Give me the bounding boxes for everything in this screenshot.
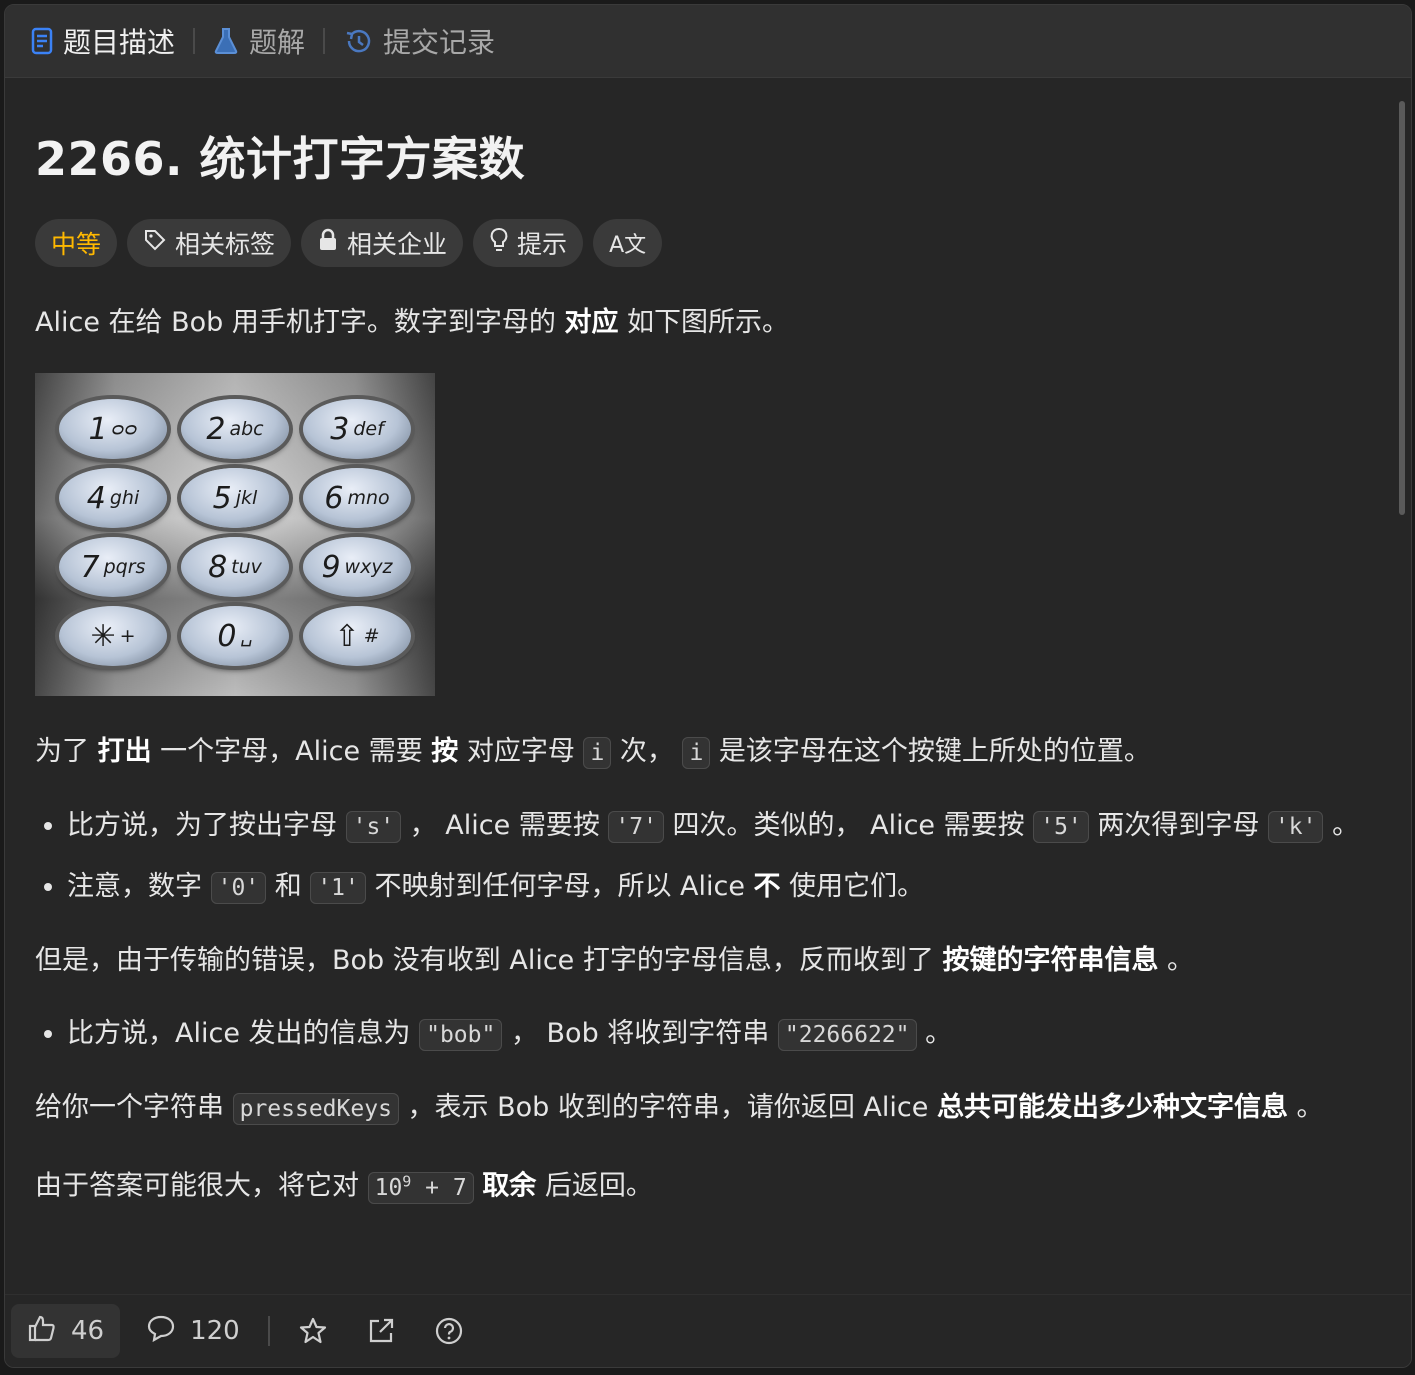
- description-paragraph: 为了 打出 一个字母，Alice 需要 按 对应字母 i 次， i 是该字母在这…: [35, 736, 1151, 769]
- inline-code: i: [583, 737, 612, 769]
- key-digit: 7: [80, 549, 100, 585]
- key-letters: pqrs: [103, 556, 146, 578]
- key-letters: jkl: [235, 487, 258, 509]
- keypad-key: ⇧ #: [303, 606, 411, 666]
- key-letters: mno: [347, 487, 390, 509]
- key-digit: 1: [88, 411, 108, 447]
- translate-button[interactable]: A文: [593, 219, 663, 267]
- help-icon[interactable]: [434, 1316, 464, 1346]
- keypad-image: 1 ᴑᴑ 2 abc 3 def 4 ghi 5 jkl 6 mno 7 pqrs 8 tuv 9 wxyz ✳ +0…: [35, 373, 435, 696]
- key-digit: 2: [206, 411, 226, 447]
- tab-label: 题目描述: [63, 26, 176, 59]
- keypad-key: 1 ᴑᴑ: [59, 399, 167, 459]
- tab-submissions[interactable]: 提交记录: [343, 21, 495, 61]
- keypad-key: 3 def: [303, 399, 411, 459]
- tab-label: 题解: [249, 26, 306, 59]
- key-letters: tuv: [231, 556, 262, 578]
- keypad-key: 8 tuv: [181, 537, 289, 597]
- tab-description[interactable]: 题目描述: [31, 21, 175, 61]
- related-tags-button[interactable]: 相关标签: [127, 219, 292, 267]
- problem-panel: 题目描述 题解 提交记录 2266. 统计打字方案数 中等 相关标签 相关企业 …: [4, 4, 1412, 1368]
- description-paragraph: 但是，由于传输的错误，Bob 没有收到 Alice 打字的字母信息，反而收到了 …: [35, 945, 1195, 976]
- like-count: 46: [71, 1316, 105, 1346]
- key-digit: 3: [330, 411, 350, 447]
- key-digit: 0: [217, 618, 237, 654]
- keypad-key: 0 ␣: [181, 606, 289, 666]
- thumbs-up-icon: [27, 1313, 57, 1350]
- key-letters: ᴑᴑ: [111, 418, 138, 440]
- divider: [267, 1316, 270, 1346]
- difficulty-badge: 中等: [35, 219, 118, 267]
- tag-label: 相关标签: [175, 230, 276, 259]
- flask-icon: [213, 27, 239, 55]
- related-companies-button[interactable]: 相关企业: [301, 219, 464, 267]
- keypad-key: 9 wxyz: [303, 537, 411, 597]
- keypad-key: 7 pqrs: [59, 537, 167, 597]
- keypad-key: ✳ +: [59, 606, 167, 666]
- action-bar: 46 120: [5, 1294, 1411, 1367]
- key-digit: ⇧: [334, 618, 360, 654]
- key-digit: 5: [212, 480, 232, 516]
- tab-divider: [193, 28, 196, 54]
- keypad-key: 6 mno: [303, 468, 411, 528]
- translate-icon: A文: [609, 233, 647, 258]
- scrollbar[interactable]: [1399, 101, 1405, 515]
- problem-content: 2266. 统计打字方案数 中等 相关标签 相关企业 提示 A文 Alice 在…: [35, 105, 1365, 1238]
- lightbulb-icon: [489, 227, 509, 259]
- comment-icon: [146, 1314, 176, 1349]
- key-digit: 6: [324, 480, 344, 516]
- inline-code: 109 + 7: [367, 1171, 474, 1204]
- key-letters: ␣: [240, 625, 253, 647]
- lock-icon: [317, 228, 339, 258]
- key-digit: 8: [208, 549, 228, 585]
- inline-code: i: [682, 737, 711, 769]
- hint-button[interactable]: 提示: [473, 219, 584, 267]
- description-icon: [31, 27, 53, 55]
- comment-button[interactable]: 120: [146, 1314, 240, 1349]
- key-letters: ghi: [109, 487, 140, 509]
- tab-label: 提交记录: [383, 26, 496, 59]
- tag-label: 相关企业: [347, 230, 448, 259]
- keypad-key: 5 jkl: [181, 468, 289, 528]
- tag-icon: [143, 228, 167, 258]
- key-digit: 9: [321, 549, 341, 585]
- key-letters: def: [353, 418, 384, 440]
- like-button[interactable]: 46: [11, 1304, 121, 1358]
- tab-divider: [323, 28, 326, 54]
- tab-bar: 题目描述 题解 提交记录: [5, 5, 1411, 78]
- key-letters: +: [119, 625, 136, 647]
- description-paragraph: 给你一个字符串 pressedKeys ，表示 Bob 收到的字符串，请你返回 …: [35, 1092, 1324, 1125]
- keypad-key: 2 abc: [181, 399, 289, 459]
- tab-solutions[interactable]: 题解: [213, 21, 305, 61]
- tag-label: 提示: [517, 230, 568, 259]
- tag-row: 中等 相关标签 相关企业 提示 A文: [35, 219, 1365, 267]
- bullet-list: 比方说，为了按出字母 's' ， Alice 需要按 '7' 四次。类似的， A…: [35, 803, 1365, 911]
- key-digit: 4: [86, 480, 106, 516]
- share-icon[interactable]: [366, 1316, 396, 1346]
- history-icon: [343, 27, 373, 55]
- star-icon[interactable]: [298, 1316, 328, 1346]
- key-letters: wxyz: [344, 556, 393, 578]
- list-item: 比方说，为了按出字母 's' ， Alice 需要按 '7' 四次。类似的， A…: [67, 803, 1365, 850]
- list-item: 注意，数字 '0' 和 '1' 不映射到任何字母，所以 Alice 不 使用它们…: [67, 864, 1365, 911]
- keypad-key: 4 ghi: [59, 468, 167, 528]
- key-digit: ✳: [90, 618, 116, 654]
- description-paragraph: Alice 在给 Bob 用手机打字。数字到字母的 对应 如下图所示。: [35, 307, 790, 338]
- comment-count: 120: [190, 1316, 240, 1346]
- keypad-grid: 1 ᴑᴑ 2 abc 3 def 4 ghi 5 jkl 6 mno 7 pqrs 8 tuv 9 wxyz ✳ +0…: [59, 399, 411, 666]
- list-item: 比方说，Alice 发出的信息为 "bob" ， Bob 将收到字符串 "226…: [67, 1011, 1365, 1058]
- description-paragraph: 由于答案可能很大，将它对 109 + 7 取余 后返回。: [35, 1170, 653, 1204]
- key-letters: abc: [229, 418, 264, 440]
- bullet-list: 比方说，Alice 发出的信息为 "bob" ， Bob 将收到字符串 "226…: [35, 1011, 1365, 1058]
- key-letters: #: [363, 625, 380, 647]
- page-title: 2266. 统计打字方案数: [35, 132, 526, 186]
